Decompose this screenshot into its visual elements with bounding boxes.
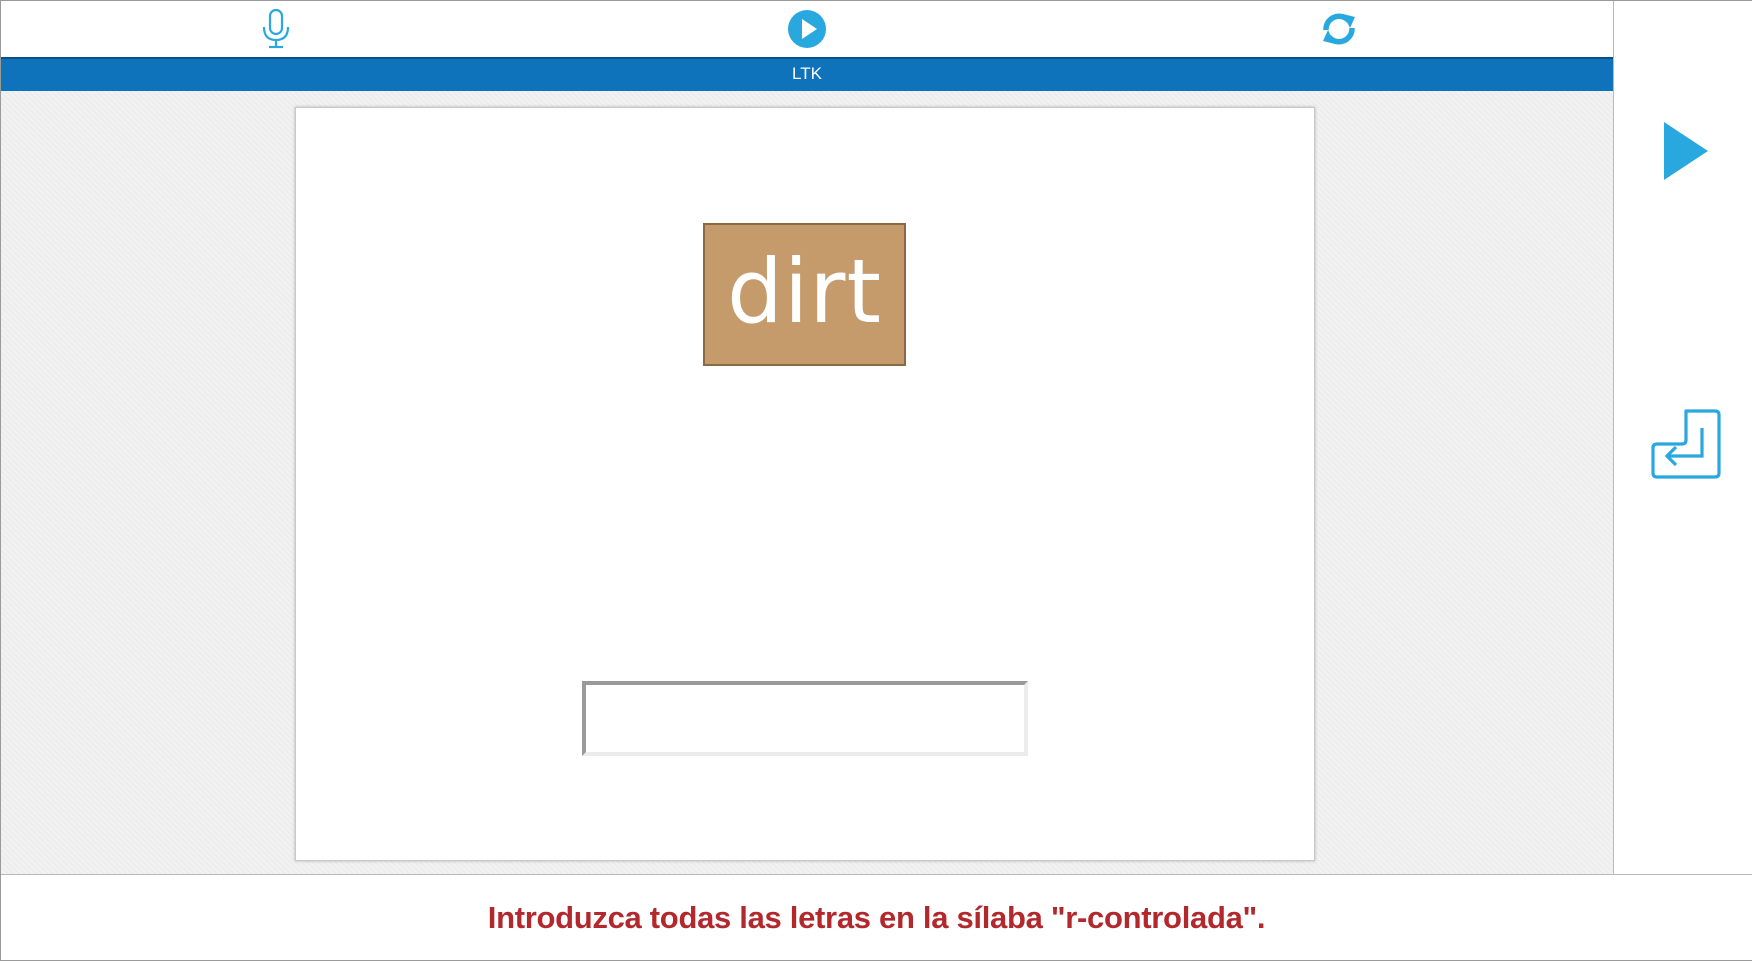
enter-return-icon [1650, 408, 1722, 485]
microphone-icon [259, 8, 293, 55]
play-circle-icon [787, 9, 827, 54]
enter-button[interactable] [1649, 408, 1723, 485]
exercise-card: dirt [295, 107, 1315, 861]
side-panel [1613, 1, 1752, 874]
app-title-bar: LTK [1, 57, 1613, 91]
refresh-icon [1319, 9, 1359, 54]
instruction-text: Introduzca todas las letras en la sílaba… [487, 899, 1266, 935]
word-tile: dirt [703, 223, 906, 366]
answer-input[interactable] [582, 681, 1028, 756]
play-audio-button[interactable] [785, 9, 829, 53]
replay-button[interactable] [1317, 9, 1361, 53]
footer: Introduzca todas las letras en la sílaba… [1, 874, 1752, 960]
play-arrow-icon [1662, 120, 1710, 187]
next-button[interactable] [1658, 121, 1714, 185]
record-button[interactable] [254, 8, 298, 55]
toolbar [1, 1, 1613, 57]
